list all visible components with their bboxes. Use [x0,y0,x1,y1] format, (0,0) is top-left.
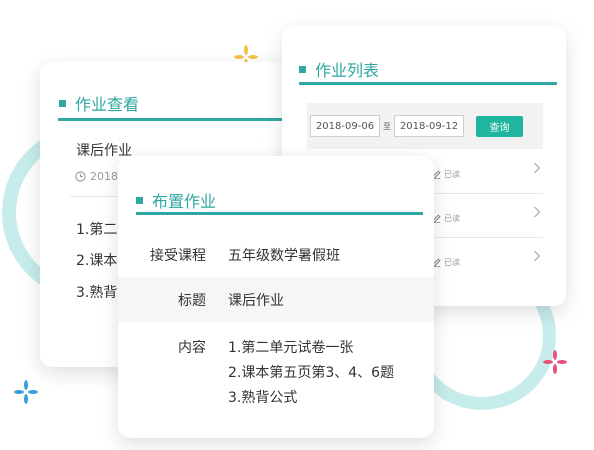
assign-card-title: 布置作业 [136,188,216,212]
start-date-input[interactable]: 2018-09-06 [310,115,380,137]
date-filter-bar: 2018-09-06 至 2018-09-12 查询 [307,103,543,149]
content-row: 内容 1.第二单元试卷一张 2.课本第五页第3、4、6题 3.熟背公式 [118,324,434,424]
title-marker [136,196,143,204]
title-marker [299,65,306,73]
assign-homework-card: 布置作业 接受课程 五年级数学暑假班 标题 课后作业 内容 1.第二单元试卷一张… [118,156,434,438]
end-date-input[interactable]: 2018-09-12 [394,115,464,137]
title-underline [58,118,290,121]
sparkle-pink-icon [543,350,567,374]
list-card-title-text: 作业列表 [315,61,380,80]
course-label: 接受课程 [150,248,206,264]
chevron-right-icon [534,250,541,262]
content-line-1: 1.第二单元试卷一张 [228,340,354,356]
homework-date: 2018- [75,170,122,183]
read-status-text: 已读 [444,170,460,179]
date-separator: 至 [383,121,391,131]
title-underline [136,212,423,215]
read-status: 已读 [432,213,460,224]
content-label: 内容 [178,340,206,356]
homework-line-2: 2.课本 [76,253,118,269]
query-button[interactable]: 查询 [476,115,523,137]
view-card-title: 作业查看 [59,91,139,115]
read-status-text: 已读 [444,258,460,267]
homework-line-1: 1.第二 [76,222,118,238]
read-status: 已读 [432,169,460,180]
course-row: 接受课程 五年级数学暑假班 [118,232,434,276]
title-value[interactable]: 课后作业 [228,290,284,310]
course-value[interactable]: 五年级数学暑假班 [228,245,340,265]
title-underline [299,82,557,85]
homework-line-3: 3.熟背 [76,285,118,301]
chevron-right-icon [534,162,541,174]
assign-card-title-text: 布置作业 [152,192,217,211]
read-status: 已读 [432,257,460,268]
sparkle-blue-icon [14,380,38,404]
view-card-title-text: 作业查看 [75,95,140,114]
title-marker [59,99,66,107]
read-status-text: 已读 [444,214,460,223]
content-line-2: 2.课本第五页第3、4、6题 [228,365,395,381]
chevron-right-icon [534,206,541,218]
list-card-title: 作业列表 [299,57,379,81]
content-line-3: 3.熟背公式 [228,390,298,406]
title-row: 标题 课后作业 [118,277,434,322]
title-label: 标题 [178,293,206,309]
clock-icon [75,171,86,182]
